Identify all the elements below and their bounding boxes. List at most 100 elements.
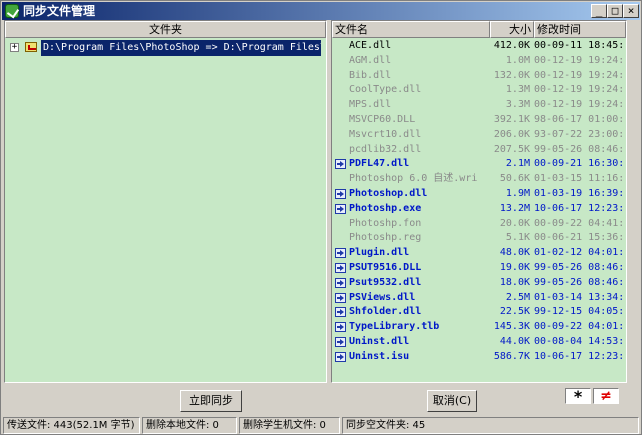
- file-name: Msvcrt10.dll: [349, 128, 422, 140]
- file-row[interactable]: CoolType.dll 1.3M 00-12-19 19:24:46: [332, 83, 624, 97]
- file-row[interactable]: PSViews.dll 2.5M 01-03-14 13:34:20: [332, 291, 624, 305]
- folder-tree-label[interactable]: D:\Program Files\PhotoShop => D:\Program…: [41, 40, 321, 56]
- file-size: 3.3M: [505, 99, 530, 111]
- file-size: 18.0K: [499, 276, 530, 288]
- file-row[interactable]: MSVCP60.DLL 392.1K 98-06-17 01:00:00: [332, 113, 624, 127]
- file-name: Plugin.dll: [349, 247, 410, 259]
- file-row[interactable]: Uninst.dll 44.0K 00-08-04 14:53:18: [332, 335, 624, 349]
- sync-arrow-icon: [335, 322, 346, 333]
- file-modified-time: 99-05-26 08:46:50: [534, 143, 624, 155]
- file-name: PSUT9516.DLL: [349, 262, 422, 273]
- file-name: MSVCP60.DLL: [349, 114, 416, 125]
- minimize-button[interactable]: _: [591, 4, 607, 18]
- file-row[interactable]: Photoshop.dll 1.9M 01-03-19 16:39:20: [332, 187, 624, 201]
- title-bar: 同步文件管理 _ □ ×: [2, 2, 640, 20]
- sync-arrow-icon: [335, 263, 346, 273]
- sync-arrow-icon: [335, 277, 346, 288]
- file-modified-time: 10-06-17 12:23:28: [534, 350, 624, 362]
- file-modified-time: 00-08-04 14:53:18: [534, 336, 624, 347]
- sync-now-button[interactable]: 立即同步: [180, 390, 242, 412]
- file-size: 2.1M: [505, 158, 530, 170]
- file-list-panel: 文件名 大小 修改时间 ACE.dll 412.0K 00-09-11 18:45:…: [331, 20, 627, 383]
- file-modified-time: 98-06-17 01:00:00: [534, 114, 624, 125]
- file-name: TypeLibrary.tlb: [349, 321, 440, 333]
- file-row[interactable]: MPS.dll 3.3M 00-12-19 19:24:46: [332, 98, 624, 112]
- show-differences-toggle[interactable]: ≠: [593, 388, 619, 404]
- filename-column-header[interactable]: 文件名: [332, 21, 490, 38]
- file-name: Uninst.dll: [349, 336, 410, 347]
- file-size: 586.7K: [493, 350, 530, 362]
- file-row[interactable]: Uninst.isu 586.7K 10-06-17 12:23:28: [332, 350, 624, 364]
- file-row[interactable]: Photoshp.fon 20.0K 00-09-22 04:41:38: [332, 217, 624, 231]
- expand-plus-icon[interactable]: +: [10, 43, 19, 52]
- file-modified-time: 01-03-14 13:34:20: [534, 291, 624, 303]
- file-name: CoolType.dll: [349, 84, 422, 96]
- sync-arrow-icon: [335, 351, 346, 362]
- file-row[interactable]: Bib.dll 132.0K 00-12-19 19:24:46: [332, 69, 624, 83]
- file-modified-time: 00-09-22 04:41:38: [534, 217, 624, 229]
- status-delete-student: 删除学生机文件: 0: [239, 417, 340, 434]
- file-row[interactable]: pcdlib32.dll 207.5K 99-05-26 08:46:50: [332, 143, 624, 157]
- status-transfer-files: 传送文件: 443(52.1M 字节): [3, 417, 140, 434]
- file-size: 1.0M: [505, 54, 530, 66]
- file-modified-time: 00-09-11 18:45:16: [534, 40, 624, 51]
- file-row[interactable]: Shfolder.dll 22.5K 99-12-15 04:05:12: [332, 305, 624, 319]
- file-size: 48.0K: [499, 247, 530, 259]
- file-size: 207.5K: [493, 143, 530, 155]
- file-name: Psut9532.dll: [349, 276, 422, 288]
- size-column-header[interactable]: 大小: [490, 21, 534, 38]
- file-row[interactable]: Psut9532.dll 18.0K 99-05-26 08:46:20: [332, 276, 624, 290]
- folder-column-header[interactable]: 文件夹: [5, 21, 326, 38]
- file-size: 392.1K: [493, 114, 530, 125]
- file-size: 132.0K: [493, 69, 530, 81]
- file-row[interactable]: AGM.dll 1.0M 00-12-19 19:24:46: [332, 54, 624, 68]
- file-row[interactable]: Photoshp.reg 5.1K 00-06-21 15:36:36: [332, 231, 624, 245]
- file-row[interactable]: ACE.dll 412.0K 00-09-11 18:45:16: [332, 39, 624, 53]
- file-size: 206.0K: [493, 128, 530, 140]
- file-name: Bib.dll: [349, 69, 392, 81]
- file-row[interactable]: Photoshp.exe 13.2M 10-06-17 12:23:22: [332, 202, 624, 216]
- file-modified-time: 99-12-15 04:05:12: [534, 306, 624, 318]
- sync-arrow-icon: [335, 337, 346, 347]
- sync-arrow-icon: [335, 292, 346, 303]
- cancel-button[interactable]: 取消(C): [427, 390, 477, 412]
- file-row[interactable]: Photoshop 6.0 自述.wri 50.6K 01-03-15 11:16:…: [332, 172, 624, 186]
- file-name: PSViews.dll: [349, 291, 416, 303]
- file-modified-time: 01-03-19 16:39:20: [534, 188, 624, 199]
- file-name: PDFL47.dll: [349, 158, 410, 170]
- sync-arrow-icon: [335, 203, 346, 214]
- file-modified-time: 93-07-22 23:00:00: [534, 128, 624, 140]
- file-name: Photoshp.reg: [349, 232, 422, 244]
- file-row[interactable]: TypeLibrary.tlb 145.3K 00-09-22 04:01:00: [332, 320, 624, 334]
- file-name: pcdlib32.dll: [349, 143, 422, 155]
- file-name: AGM.dll: [349, 54, 392, 66]
- file-row[interactable]: Msvcrt10.dll 206.0K 93-07-22 23:00:00: [332, 128, 624, 142]
- file-name: MPS.dll: [349, 99, 392, 111]
- file-row[interactable]: Plugin.dll 48.0K 01-02-12 04:01:18: [332, 246, 624, 260]
- file-modified-time: 00-09-21 16:30:42: [534, 158, 624, 170]
- modified-time-column-header[interactable]: 修改时间: [534, 21, 626, 38]
- file-size: 2.5M: [505, 291, 530, 303]
- file-modified-time: 99-05-26 08:46:20: [534, 276, 624, 288]
- sync-arrow-icon: [335, 159, 346, 170]
- file-modified-time: 00-12-19 19:24:46: [534, 69, 624, 81]
- close-button[interactable]: ×: [623, 4, 639, 18]
- folder-panel: 文件夹 + D:\Program Files\PhotoShop => D:\P…: [4, 20, 327, 383]
- show-all-toggle[interactable]: *: [565, 388, 591, 405]
- file-size: 412.0K: [493, 40, 530, 51]
- file-size: 22.5K: [499, 306, 530, 318]
- maximize-button[interactable]: □: [607, 4, 623, 18]
- file-modified-time: 01-02-12 04:01:18: [534, 247, 624, 259]
- file-row[interactable]: PSUT9516.DLL 19.0K 99-05-26 08:46:20: [332, 261, 624, 275]
- file-size: 13.2M: [499, 202, 530, 214]
- sync-arrow-icon: [335, 248, 346, 259]
- sync-arrow-icon: [335, 307, 346, 318]
- file-size: 1.3M: [505, 84, 530, 96]
- file-name: Shfolder.dll: [349, 306, 422, 318]
- file-name: Photoshop 6.0 自述.wri: [349, 173, 478, 185]
- file-modified-time: 00-09-22 04:01:00: [534, 321, 624, 333]
- file-modified-time: 00-12-19 19:24:46: [534, 84, 624, 96]
- file-row[interactable]: PDFL47.dll 2.1M 00-09-21 16:30:42: [332, 157, 624, 171]
- file-modified-time: 00-06-21 15:36:36: [534, 232, 624, 244]
- status-sync-empty-folders: 同步空文件夹: 45: [342, 417, 639, 434]
